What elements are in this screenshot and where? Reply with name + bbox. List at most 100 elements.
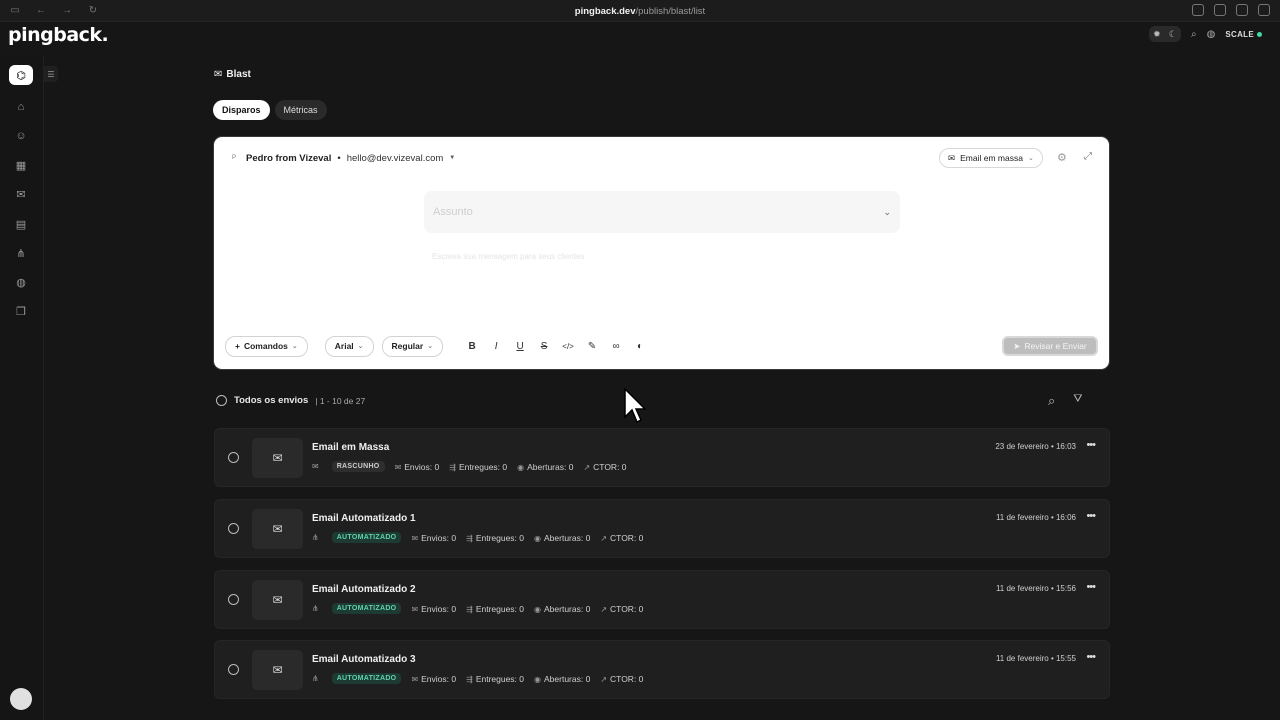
tab-metricas[interactable]: Métricas (274, 100, 327, 120)
metric-value: CTOR: 0 (610, 673, 644, 684)
expand-icon[interactable]: ⤢ (1084, 151, 1092, 162)
sidebar-item-docs[interactable]: ❒ (9, 301, 33, 321)
page-tabs: Disparos Métricas (213, 100, 327, 120)
sidebar-item-domains[interactable]: ◍ (9, 272, 33, 292)
book-icon: ❒ (16, 305, 26, 318)
extension-icon[interactable] (1214, 4, 1226, 16)
truck-icon: ⇶ (466, 533, 473, 543)
more-options-icon[interactable]: ••• (1086, 581, 1096, 593)
palette-icon[interactable]: ◐ (633, 341, 647, 352)
font-family-select[interactable]: Arial ⌄ (324, 335, 374, 357)
email-type-select[interactable]: ✉ Email em massa ⌄ (939, 148, 1043, 168)
user-avatar[interactable] (10, 688, 32, 710)
metric-value: CTOR: 0 (610, 603, 644, 614)
forward-icon[interactable]: → (60, 5, 74, 16)
row-title: Email Automatizado 2 (312, 584, 416, 595)
back-icon[interactable]: ← (34, 5, 48, 16)
address-bar[interactable]: pingback.dev/publish/blast/list (0, 6, 1280, 17)
metric-value: CTOR: 0 (610, 532, 644, 543)
metric-value: Aberturas: 0 (527, 461, 574, 472)
code-icon[interactable]: </> (561, 342, 575, 351)
email-type-label: Email em massa (960, 153, 1023, 163)
sidebar-collapse-button[interactable]: ☰ (44, 66, 58, 82)
sidebar: ⌬ ⌂ ☺ ▦ ✉ ▤ ⋔ ◍ ❒ (0, 56, 44, 720)
extension-icon[interactable] (1258, 4, 1270, 16)
body-editor[interactable]: Escreva sua mensagem para seus clientes (432, 252, 585, 261)
sidebar-item-templates[interactable]: ▦ (9, 155, 33, 175)
sidebar-item-flows[interactable]: ⋔ (9, 243, 33, 263)
app-logo[interactable]: pingback. (8, 24, 109, 46)
subject-field[interactable]: ⌄ (424, 191, 900, 233)
link-icon[interactable]: ∞ (609, 341, 623, 352)
filter-icon[interactable]: ⛛ (1073, 393, 1082, 409)
search-icon[interactable]: ⌕ (1191, 29, 1197, 40)
more-options-icon[interactable]: ••• (1086, 651, 1096, 663)
row-meta: ⋔ AUTOMATIZADO ✉ Envios: 0 ⇶ Entregues: 0 … (312, 603, 643, 614)
strikethrough-icon[interactable]: S (537, 341, 551, 352)
row-meta: ⋔ AUTOMATIZADO ✉ Envios: 0 ⇶ Entregues: 0 … (312, 532, 643, 543)
layout-icon: ▦ (15, 159, 27, 172)
metric-value: CTOR: 0 (593, 461, 627, 472)
search-icon[interactable]: ⌕ (1048, 393, 1055, 409)
plan-badge[interactable]: SCALE (1225, 30, 1262, 39)
row-title: Email Automatizado 1 (312, 513, 416, 524)
mail-send-icon: ✉ (214, 69, 223, 80)
page-title: ✉ Blast (214, 69, 251, 80)
sender-name: Pedro from Vizeval (246, 152, 332, 164)
flow-icon: ⋔ (312, 604, 319, 613)
bold-icon[interactable]: B (465, 341, 479, 352)
sender-initial: P (231, 155, 236, 161)
row-checkbox[interactable] (228, 594, 239, 605)
font-weight-select[interactable]: Regular ⌄ (381, 335, 444, 357)
commands-button[interactable]: + Comandos ⌄ (225, 335, 308, 357)
sidebar-toggle-icon[interactable]: ▭ (8, 5, 22, 16)
eye-icon: ◉ (534, 533, 541, 543)
cursor-icon: ↗ (583, 462, 591, 472)
mail-icon: ✉ (252, 580, 303, 620)
subject-input[interactable] (433, 206, 853, 218)
metric-entregues: ⇶ Entregues: 0 (449, 462, 507, 472)
sender-selector[interactable]: P Pedro from Vizeval • hello@dev.vizeval… (228, 152, 455, 164)
table-row[interactable]: ✉ Email Automatizado 2 ⋔ AUTOMATIZADO ✉ E… (214, 570, 1110, 629)
row-date: 23 de fevereiro • 16:03 (995, 442, 1076, 451)
metric-aberturas: ◉ Aberturas: 0 (534, 533, 590, 543)
row-checkbox[interactable] (228, 523, 239, 534)
table-row[interactable]: ✉ Email Automatizado 3 ⋔ AUTOMATIZADO ✉ E… (214, 640, 1110, 699)
sidebar-item-contacts[interactable]: ☺ (9, 126, 33, 146)
more-options-icon[interactable]: ••• (1086, 439, 1096, 451)
highlighter-icon[interactable]: ✎ (585, 341, 599, 352)
select-all-checkbox[interactable] (216, 395, 227, 406)
table-row[interactable]: ✉ Email Automatizado 1 ⋔ AUTOMATIZADO ✉ E… (214, 499, 1110, 558)
mail-icon: ✉ (252, 650, 303, 690)
sidebar-item-campaigns[interactable]: ✉ (9, 184, 33, 204)
mail-icon: ✉ (312, 462, 319, 471)
mail-icon: ✉ (394, 462, 402, 472)
extension-icon[interactable] (1236, 4, 1248, 16)
sidebar-item-database[interactable]: ▤ (9, 214, 33, 234)
chevron-down-icon[interactable]: ⌄ (883, 207, 891, 218)
extension-icon[interactable] (1192, 4, 1204, 16)
sidebar-item-blast[interactable]: ⌬ (9, 65, 33, 85)
sender-email: hello@dev.vizeval.com (346, 152, 444, 164)
theme-toggle[interactable]: ✹ ☾ (1149, 26, 1182, 42)
review-send-button[interactable]: ➤ Revisar e Enviar (1002, 336, 1098, 356)
row-date: 11 de fevereiro • 15:56 (995, 584, 1076, 593)
page-title-text: Blast (226, 69, 251, 80)
row-checkbox[interactable] (228, 452, 239, 463)
tab-disparos[interactable]: Disparos (213, 100, 270, 120)
metric-entregues: ⇶ Entregues: 0 (466, 533, 524, 543)
metric-envios: ✉ Envios: 0 (395, 462, 440, 472)
underline-icon[interactable]: U (513, 341, 527, 352)
font-weight-label: Regular (391, 341, 424, 351)
row-checkbox[interactable] (228, 664, 239, 675)
reload-icon[interactable]: ↻ (86, 5, 100, 16)
row-date: 11 de fevereiro • 16:06 (995, 513, 1076, 522)
more-options-icon[interactable]: ••• (1086, 510, 1096, 522)
italic-icon[interactable]: I (489, 341, 503, 352)
metric-envios: ✉ Envios: 0 (411, 533, 456, 543)
gear-icon[interactable]: ⚙ (1057, 151, 1067, 164)
globe-icon[interactable]: ◍ (1207, 29, 1216, 40)
plan-label: SCALE (1225, 29, 1254, 39)
table-row[interactable]: ✉ Email em Massa ✉ RASCUNHO ✉ Envios: 0 ⇶… (214, 428, 1110, 487)
sidebar-item-home[interactable]: ⌂ (9, 97, 33, 117)
